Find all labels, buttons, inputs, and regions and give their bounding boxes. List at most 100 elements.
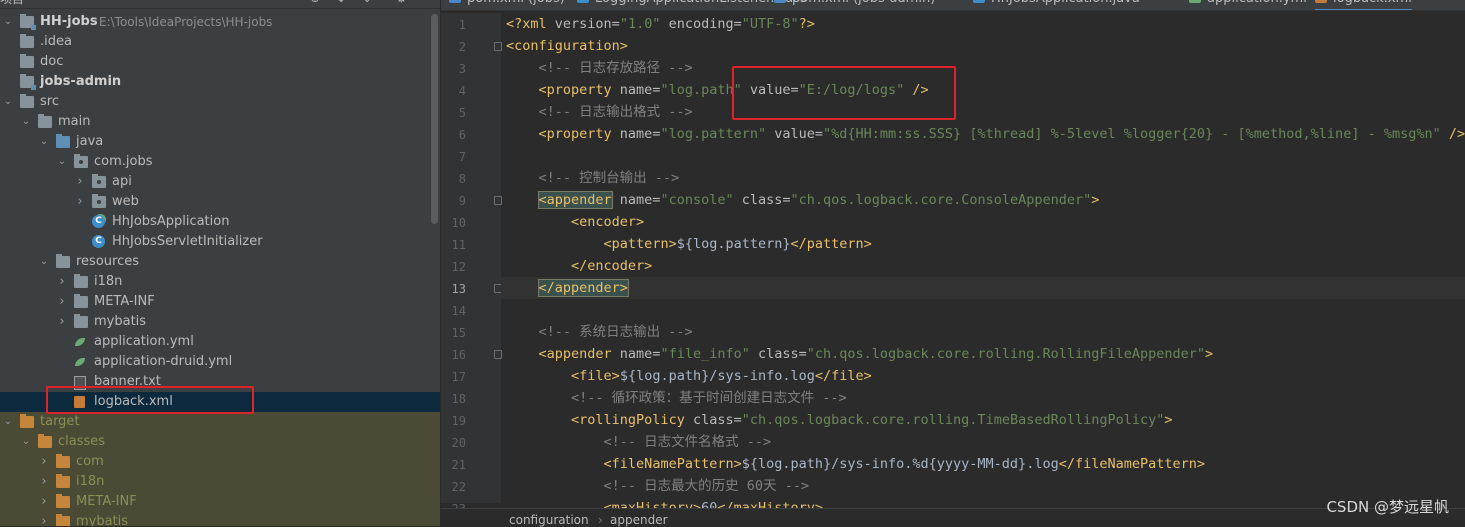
code-line: <property name="log.pattern" value="%d{H… — [506, 123, 1465, 145]
code-line: <configuration> — [506, 35, 628, 57]
editor-tab[interactable]: logback.xml — [1315, 0, 1412, 10]
tree-item[interactable]: ⌄ java — [0, 132, 440, 152]
code-token: <file> — [571, 368, 620, 384]
code-line: <?xml version="1.0" encoding="UTF-8"?> — [506, 13, 815, 35]
tree-item[interactable]: .idea — [0, 32, 440, 52]
collapse-icon[interactable]: ⇟ — [336, 0, 348, 4]
tree-item-label: classes — [58, 434, 106, 449]
chevron-right-icon[interactable]: › — [56, 292, 68, 312]
tree-item[interactable]: ⌄ target — [0, 412, 440, 432]
tree-item[interactable]: › mybatis — [0, 312, 440, 332]
chevron-down-icon[interactable]: ⌄ — [38, 132, 50, 152]
chevron-down-icon[interactable]: ⌄ — [20, 432, 32, 452]
tree-item[interactable]: C HhJobsServletInitializer — [0, 232, 440, 252]
code-line: <!-- 日志输出格式 --> — [506, 101, 693, 123]
fold-marker-icon[interactable] — [494, 350, 502, 359]
code-line: <encoder> — [506, 211, 644, 233]
spring-leaf-icon — [1189, 0, 1201, 3]
code-token: "ch.qos.logback.core.rolling.TimeBasedRo… — [741, 412, 1165, 428]
excluded-folder-icon — [56, 454, 70, 468]
code-line: <!-- 日志存放路径 --> — [506, 57, 693, 79]
code-line: </appender> — [506, 277, 629, 299]
tree-item[interactable]: › META-INF — [0, 292, 440, 312]
folder-icon — [20, 54, 34, 68]
editor-tab[interactable]: HhJobsApplication.java — [973, 0, 1140, 9]
tree-item[interactable]: › api — [0, 172, 440, 192]
options-icon[interactable]: ⇕ — [362, 0, 374, 4]
tree-item-label: resources — [76, 254, 140, 269]
editor-tab[interactable]: LoggingApplicationListener.class — [577, 0, 807, 9]
tree-item[interactable]: ⌄ src — [0, 92, 440, 112]
code-token: <!-- 日志输出格式 --> — [506, 104, 693, 120]
tree-item[interactable]: › com — [0, 452, 440, 472]
tree-item[interactable]: application.yml — [0, 332, 440, 352]
chevron-right-icon[interactable]: › — [74, 192, 86, 212]
chevron-down-icon[interactable]: ⌄ — [2, 412, 14, 432]
locate-icon[interactable]: ⊕ — [310, 0, 322, 4]
editor-tab[interactable]: application.yml — [1189, 0, 1307, 9]
fold-marker-icon[interactable] — [494, 196, 502, 205]
code-token: <appender — [538, 346, 620, 362]
tree-item[interactable]: jobs-admin — [0, 72, 440, 92]
resources-folder-icon — [56, 254, 70, 268]
editor-tab[interactable]: pom.xml (jobs) — [449, 0, 565, 9]
editor-tab[interactable]: pom.xml (jobs-admin) — [774, 0, 935, 9]
code-line: <file>${log.path}/sys-info.log</file> — [506, 365, 872, 387]
breadcrumb-item-appender[interactable]: appender — [610, 513, 668, 527]
line-gutter: 1234567891011121314151617181920212223 — [441, 13, 523, 516]
line-number: 4 — [458, 84, 466, 98]
tree-item[interactable]: › i18n — [0, 272, 440, 292]
tree-item[interactable]: › mybatis — [0, 512, 440, 526]
breadcrumb-item-configuration[interactable]: configuration — [509, 513, 589, 527]
chevron-right-icon[interactable]: › — [38, 512, 50, 526]
code-token: "ch.qos.logback.core.ConsoleAppender" — [790, 192, 1092, 208]
tree-item[interactable]: ⌄ main — [0, 112, 440, 132]
line-number: 16 — [451, 348, 466, 362]
chevron-down-icon[interactable]: ⌄ — [2, 92, 14, 112]
code-token: <!-- 控制台输出 --> — [506, 170, 680, 186]
tree-item[interactable]: ⌄ classes — [0, 432, 440, 452]
tree-item[interactable]: ⌄ resources — [0, 252, 440, 272]
code-token: <!-- 日志最大的历史 60天 --> — [506, 478, 810, 494]
excluded-folder-icon — [56, 494, 70, 508]
chevron-right-icon[interactable]: › — [74, 172, 86, 192]
tree-item[interactable]: › META-INF — [0, 492, 440, 512]
chevron-right-icon[interactable]: › — [38, 492, 50, 512]
chevron-right-icon[interactable]: › — [38, 472, 50, 492]
chevron-down-icon[interactable]: ⌄ — [38, 252, 50, 272]
tree-item[interactable]: application-druid.yml — [0, 352, 440, 372]
tree-item[interactable]: ⌄ HH-jobs E:\Tools\IdeaProjects\HH-jobs — [0, 12, 440, 32]
line-number: 20 — [451, 436, 466, 450]
tree-item[interactable]: › i18n — [0, 472, 440, 492]
code-line: <appender name="file_info" class="ch.qos… — [506, 343, 1214, 365]
chevron-down-icon[interactable]: ⌄ — [20, 112, 32, 132]
tree-item[interactable]: doc — [0, 52, 440, 72]
package-icon — [92, 174, 106, 188]
tree-item[interactable]: › web — [0, 192, 440, 212]
current-line-highlight — [501, 277, 1465, 299]
code-token: </file> — [814, 368, 872, 384]
project-scrollbar[interactable] — [431, 14, 438, 224]
tree-item[interactable]: C HhJobsApplication — [0, 212, 440, 232]
chevron-right-icon[interactable]: › — [38, 452, 50, 472]
chevron-right-icon[interactable]: › — [56, 272, 68, 292]
tree-item-label: doc — [40, 54, 64, 69]
tree-item-label: api — [112, 174, 132, 189]
code-token: "log.pattern" — [660, 126, 775, 142]
gear-icon[interactable]: ⚙ — [396, 0, 408, 4]
excluded-folder-icon — [56, 514, 70, 526]
fold-marker-icon[interactable] — [494, 42, 502, 51]
tree-item[interactable]: ⌄ com.jobs — [0, 152, 440, 172]
code-line: <!-- 日志文件名格式 --> — [506, 431, 772, 453]
tree-item-label: jobs-admin — [40, 74, 122, 89]
code-token: <property — [538, 126, 620, 142]
chevron-down-icon[interactable]: ⌄ — [56, 152, 68, 172]
line-number: 19 — [451, 414, 466, 428]
chevron-down-icon[interactable]: ⌄ — [2, 12, 14, 32]
chevron-right-icon[interactable]: › — [56, 312, 68, 332]
tree-item-label: i18n — [94, 274, 123, 289]
line-number: 10 — [451, 216, 466, 230]
folder-icon — [38, 114, 52, 128]
code-token: <configuration> — [506, 38, 628, 54]
